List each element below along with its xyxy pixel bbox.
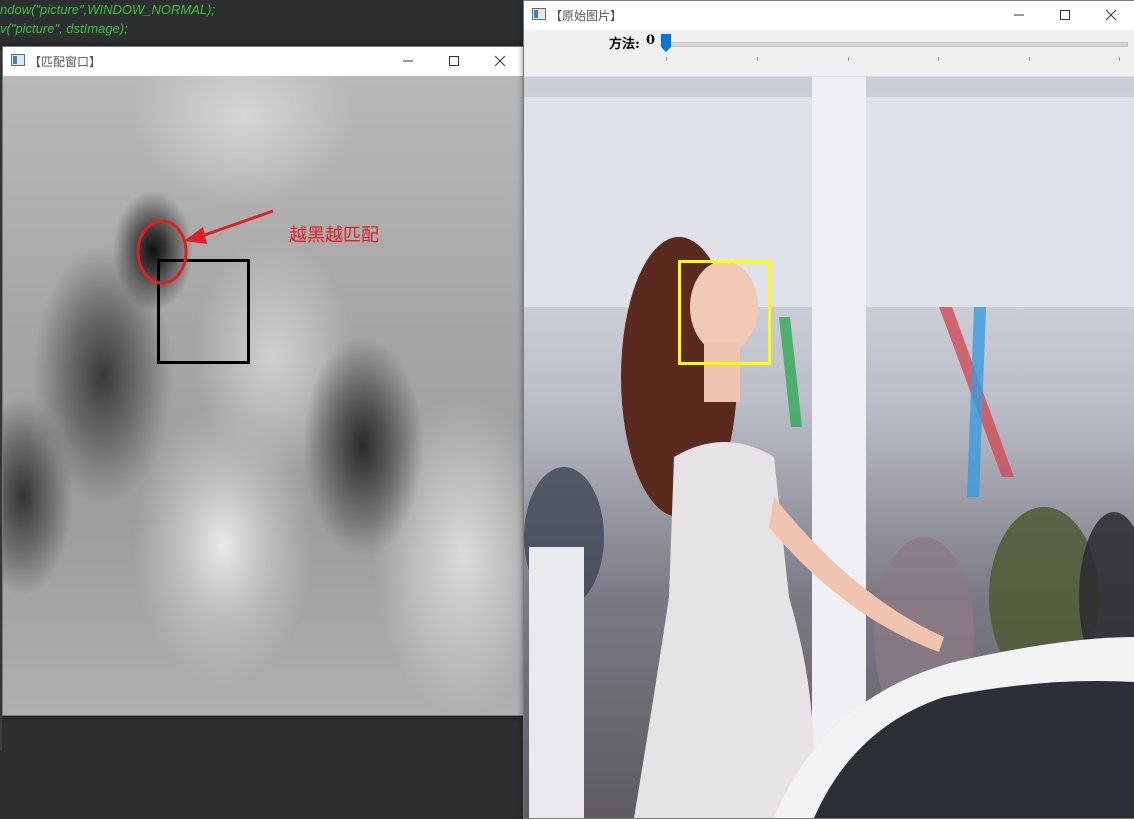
window-title: 【匹配窗口】	[29, 55, 102, 69]
window-icon	[11, 54, 25, 66]
code-line: v("picture", dstImage);	[0, 21, 128, 36]
original-window[interactable]: 【原始图片】 方法: 0	[523, 0, 1134, 819]
detected-face-rect	[678, 260, 771, 365]
trackbar-label: 方法:	[609, 37, 640, 52]
title-bar[interactable]: 【原始图片】	[524, 1, 1134, 29]
close-button[interactable]	[477, 47, 523, 75]
title-bar[interactable]: 【匹配窗口】	[3, 47, 523, 75]
trackbar-tick	[848, 57, 849, 61]
minimize-button[interactable]	[996, 1, 1042, 29]
annotation-overlay	[136, 209, 274, 285]
trackbar-tick	[1029, 57, 1030, 61]
photo-scene	[524, 77, 1134, 818]
trackbar-tick	[757, 57, 758, 61]
annotation-arrow	[198, 209, 274, 239]
code-line: ndow("picture",WINDOW_NORMAL);	[0, 2, 216, 17]
match-result-image: 越黑越匹配	[3, 76, 523, 715]
trackbar-tick	[1119, 57, 1120, 61]
minimize-button[interactable]	[385, 47, 431, 75]
trackbar-track[interactable]	[663, 42, 1128, 47]
maximize-icon	[449, 56, 459, 66]
close-button[interactable]	[1088, 1, 1134, 29]
maximize-icon	[1060, 10, 1070, 20]
trackbar-tick	[938, 57, 939, 61]
window-icon	[532, 8, 546, 20]
maximize-button[interactable]	[431, 47, 477, 75]
close-icon	[494, 55, 506, 67]
trackbar-tick	[666, 57, 667, 61]
annotation-circle	[136, 219, 188, 285]
annotation-label: 越黑越匹配	[289, 225, 379, 246]
minimize-icon	[403, 60, 413, 62]
display-stand	[529, 547, 584, 818]
green-stripe	[779, 317, 802, 427]
trackbar-panel: 方法: 0	[524, 30, 1134, 77]
maximize-button[interactable]	[1042, 1, 1088, 29]
minimize-icon	[1014, 14, 1024, 16]
match-window[interactable]: 【匹配窗口】 越黑越匹配	[2, 46, 524, 716]
annotation-arrowhead	[184, 227, 207, 244]
original-photo	[524, 77, 1134, 818]
window-title: 【原始图片】	[550, 9, 623, 23]
trackbar-value: 0	[646, 33, 656, 48]
close-icon	[1105, 9, 1117, 21]
trackbar-thumb[interactable]	[661, 34, 671, 52]
pillar	[812, 77, 866, 818]
